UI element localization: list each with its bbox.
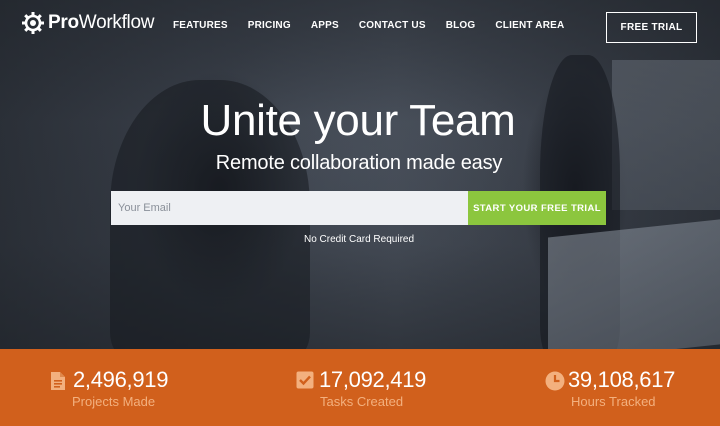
stat-projects: 2,496,919 Projects Made bbox=[50, 367, 168, 409]
top-nav: ProWorkflow FEATURES PRICING APPS CONTAC… bbox=[0, 0, 720, 52]
nav-link-features[interactable]: FEATURES bbox=[173, 20, 228, 31]
brand-logo[interactable]: ProWorkflow bbox=[22, 12, 154, 34]
hero-title: Unite your Team bbox=[200, 96, 516, 145]
nav-link-contact-us[interactable]: CONTACT US bbox=[359, 20, 426, 31]
email-field[interactable] bbox=[111, 191, 468, 225]
free-trial-button[interactable]: FREE TRIAL bbox=[606, 12, 697, 43]
nav-links: FEATURES PRICING APPS CONTACT US BLOG CL… bbox=[173, 20, 584, 31]
hero-subtitle: Remote collaboration made easy bbox=[215, 152, 503, 174]
signup-form: START YOUR FREE TRIAL bbox=[111, 191, 606, 225]
brand-name: ProWorkflow bbox=[48, 12, 155, 33]
stats-bar: 2,496,919 Projects Made 17,092,419 Tasks… bbox=[0, 349, 720, 426]
start-free-trial-button[interactable]: START YOUR FREE TRIAL bbox=[468, 191, 606, 225]
stat-label: Projects Made bbox=[72, 394, 156, 409]
clock-icon bbox=[545, 371, 565, 391]
nav-link-apps[interactable]: APPS bbox=[311, 20, 339, 31]
nav-link-pricing[interactable]: PRICING bbox=[248, 20, 291, 31]
stat-label: Tasks Created bbox=[320, 394, 404, 409]
stat-value: 2,496,919 bbox=[73, 367, 169, 392]
no-credit-card-note: No Credit Card Required bbox=[303, 234, 415, 245]
stat-value: 17,092,419 bbox=[319, 367, 427, 392]
stat-value: 39,108,617 bbox=[568, 367, 676, 392]
checkbox-icon bbox=[296, 371, 314, 389]
stat-tasks: 17,092,419 Tasks Created bbox=[296, 367, 426, 409]
nav-link-blog[interactable]: BLOG bbox=[446, 20, 476, 31]
stat-label: Hours Tracked bbox=[571, 394, 656, 409]
document-icon bbox=[50, 371, 68, 390]
stat-hours: 39,108,617 Hours Tracked bbox=[545, 367, 675, 409]
nav-link-client-area[interactable]: CLIENT AREA bbox=[495, 20, 564, 31]
gear-logo-icon bbox=[22, 12, 44, 34]
